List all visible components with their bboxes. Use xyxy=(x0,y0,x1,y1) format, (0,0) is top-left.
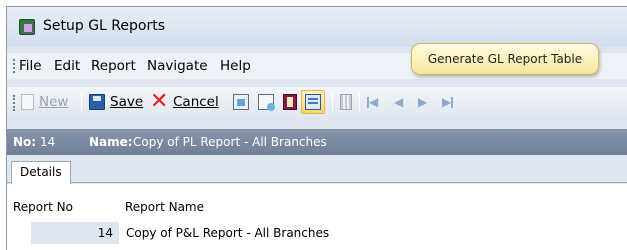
tooltip: Generate GL Report Table xyxy=(411,43,599,75)
setup-gl-reports-window: Setup GL Reports File Edit Report Naviga… xyxy=(6,6,627,250)
new-label: New xyxy=(39,94,69,110)
next-record-icon: ▶ xyxy=(418,95,428,109)
generate-report-button[interactable] xyxy=(233,91,249,113)
report-no-field[interactable]: 14 xyxy=(31,222,119,244)
title-bar: Setup GL Reports xyxy=(7,7,627,47)
toolbar-separator xyxy=(332,93,333,111)
record-name-value: Copy of PL Report - All Branches xyxy=(133,135,327,149)
menu-edit[interactable]: Edit xyxy=(54,58,80,74)
delete-icon xyxy=(340,94,352,110)
book-icon xyxy=(283,94,297,110)
new-button[interactable]: New xyxy=(21,91,68,113)
prev-record-button[interactable]: ◀ xyxy=(394,91,403,113)
menu-file[interactable]: File xyxy=(19,58,42,74)
menu-navigate[interactable]: Navigate xyxy=(147,58,208,74)
tab-details[interactable]: Details xyxy=(11,161,71,184)
first-record-icon: ◀ xyxy=(369,95,379,109)
column-header-report-no: Report No xyxy=(13,200,73,214)
report-name-field[interactable]: Copy of P&L Report - All Branches xyxy=(121,222,627,244)
record-name-label: Name: xyxy=(89,135,133,149)
generate-report-2-button[interactable] xyxy=(258,91,275,113)
book-button[interactable] xyxy=(283,91,297,113)
next-record-button[interactable]: ▶ xyxy=(418,91,427,113)
last-record-bar-icon xyxy=(451,96,454,108)
last-record-button[interactable]: ▶ xyxy=(442,91,454,113)
menu-grip-icon xyxy=(13,59,16,73)
save-button[interactable]: Save xyxy=(89,91,143,113)
first-record-button[interactable]: ◀ xyxy=(367,91,378,113)
generate-report-2-icon xyxy=(258,94,275,111)
record-no-label: No: xyxy=(13,135,37,149)
toolbar-separator xyxy=(81,93,82,111)
save-label: Save xyxy=(110,94,144,110)
toolbar-grip-icon xyxy=(13,95,16,111)
window-title: Setup GL Reports xyxy=(43,18,166,34)
generate-gl-report-table-button[interactable] xyxy=(301,90,325,114)
cancel-button[interactable]: ✕ Cancel xyxy=(150,91,219,113)
menu-help[interactable]: Help xyxy=(220,58,251,74)
prev-record-icon: ◀ xyxy=(394,95,404,109)
details-panel: Report No Report Name 14 Copy of P&L Rep… xyxy=(7,184,627,250)
column-header-report-name: Report Name xyxy=(125,200,204,214)
cancel-label: Cancel xyxy=(173,94,219,110)
cancel-icon: ✕ xyxy=(150,89,169,114)
generate-report-icon xyxy=(233,94,249,110)
toolbar: New Save ✕ Cancel ◀ ◀ ▶ ▶ xyxy=(7,87,627,117)
delete-button[interactable] xyxy=(340,91,352,113)
app-icon xyxy=(19,19,35,35)
generate-table-icon xyxy=(305,94,321,110)
last-record-icon: ▶ xyxy=(442,95,452,109)
record-no-value: 14 xyxy=(40,135,56,149)
toolbar-separator xyxy=(359,93,360,111)
save-icon xyxy=(89,94,105,110)
tab-strip: Details xyxy=(7,157,627,184)
menu-report[interactable]: Report xyxy=(91,58,136,74)
record-header: No: 14 Name: Copy of PL Report - All Bra… xyxy=(7,129,627,155)
new-icon xyxy=(21,94,34,110)
